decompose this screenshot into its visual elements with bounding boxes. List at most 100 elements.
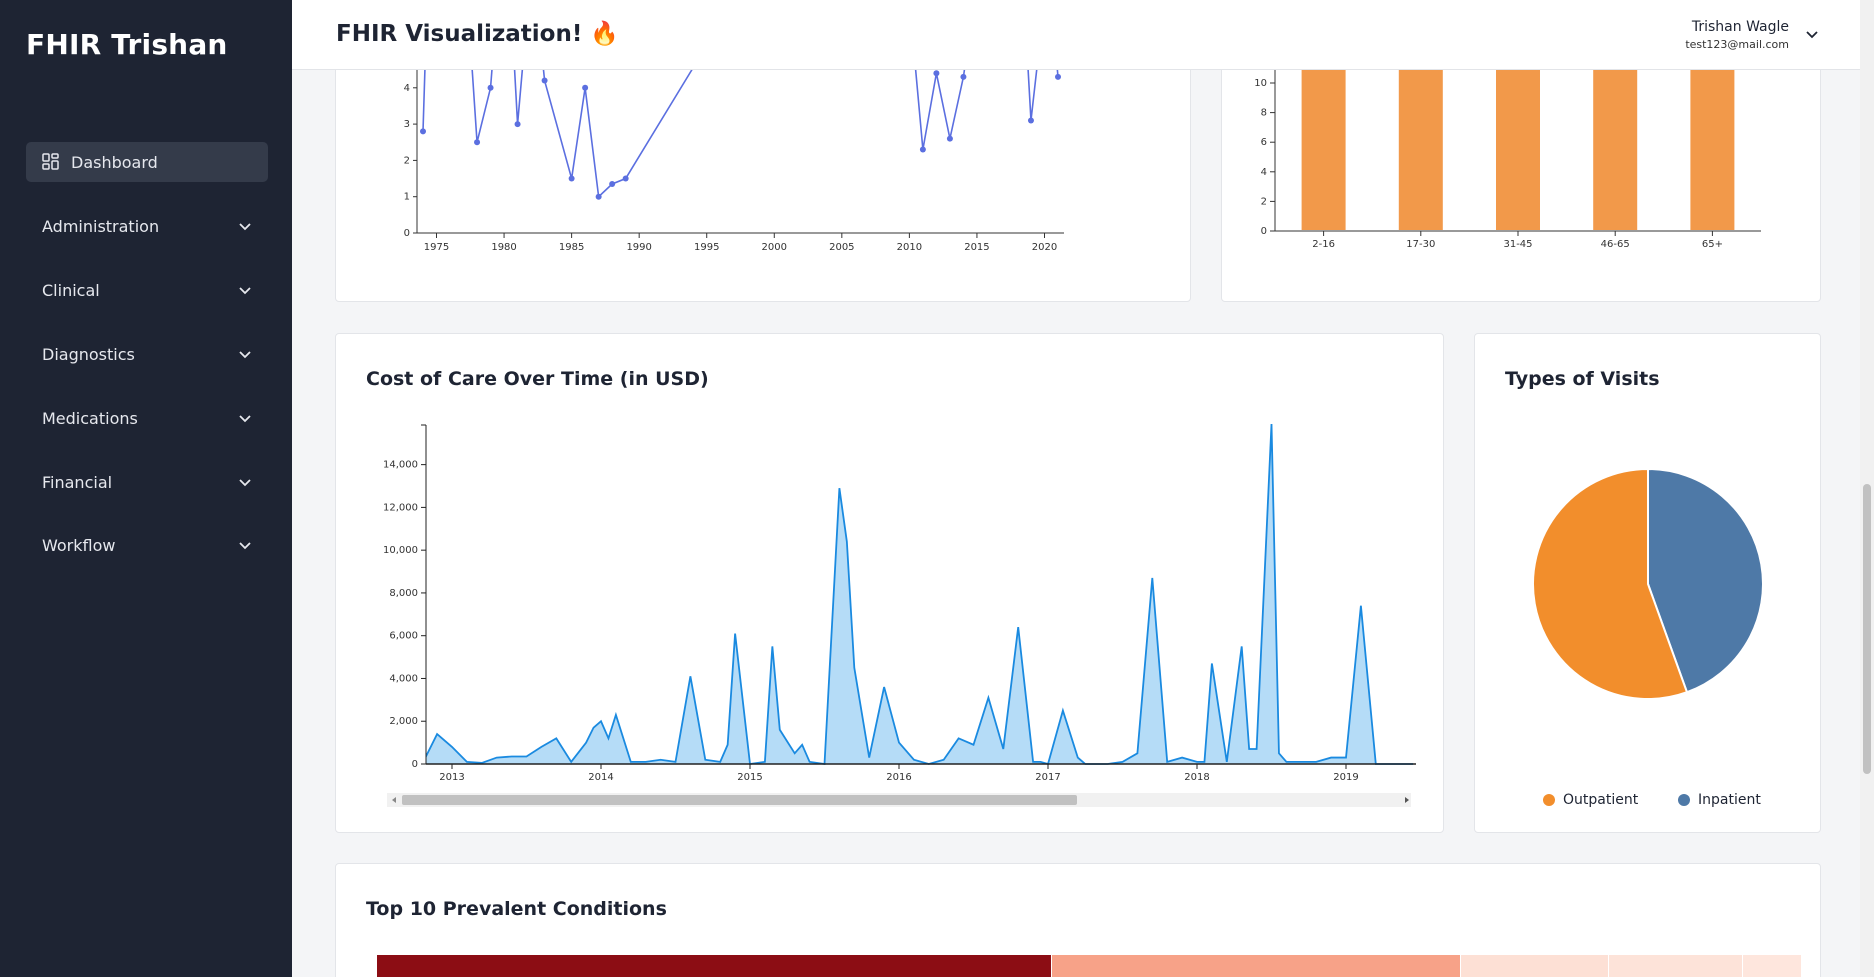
x-tick-label: 2-16 [1312, 239, 1335, 250]
chevron-down-icon [239, 542, 251, 550]
data-point [568, 175, 575, 182]
x-tick-label: 2015 [964, 242, 989, 253]
x-tick-label: 2014 [588, 772, 613, 783]
x-tick-label: 2019 [1333, 772, 1358, 783]
condition-treemap-block[interactable] [1461, 955, 1608, 977]
x-tick-label: 46-65 [1601, 239, 1630, 250]
y-tick-label: 1 [404, 192, 410, 203]
x-tick-label: 2017 [1035, 772, 1060, 783]
condition-treemap-block[interactable] [1743, 955, 1801, 977]
x-tick-label: 2020 [1032, 242, 1057, 253]
data-point [622, 175, 629, 182]
data-point [1027, 117, 1034, 124]
sidebar-item-label: Dashboard [71, 152, 158, 172]
y-tick-label: 6 [1261, 137, 1267, 148]
data-point [609, 180, 616, 187]
x-tick-label: 2005 [829, 242, 854, 253]
data-point [474, 139, 481, 146]
sidebar-item-diagnostics[interactable]: Diagnostics [26, 334, 268, 374]
x-tick-label: 1985 [559, 242, 584, 253]
y-tick-label: 2 [404, 155, 410, 166]
y-tick-label: 2,000 [389, 716, 418, 727]
x-tick-label: 2015 [737, 772, 762, 783]
x-tick-label: 1990 [626, 242, 651, 253]
sidebar-item-label: Diagnostics [42, 344, 135, 364]
types-of-visits-card: Types of Visits Outpatient Inpatient [1474, 333, 1821, 833]
user-email: test123@mail.com [1685, 38, 1789, 51]
data-point [582, 84, 589, 91]
x-tick-label: 1995 [694, 242, 719, 253]
dashboard-grid-icon [42, 153, 60, 171]
sidebar-item-workflow[interactable]: Workflow [26, 525, 268, 565]
sidebar-item-clinical[interactable]: Clinical [26, 270, 268, 310]
data-point [946, 135, 953, 142]
x-tick-label: 2013 [439, 772, 464, 783]
chevron-down-icon [239, 223, 251, 231]
y-tick-label: 4 [404, 83, 410, 94]
chevron-down-icon[interactable] [1804, 28, 1820, 42]
card-title: Top 10 Prevalent Conditions [366, 898, 667, 920]
page-scrollbar-thumb[interactable] [1863, 484, 1871, 774]
brand-logo-text: FHIR Trishan [26, 28, 228, 61]
x-tick-label: 2016 [886, 772, 911, 783]
x-tick-label: 31-45 [1503, 239, 1532, 250]
y-tick-label: 6,000 [389, 631, 418, 642]
visits-pie-chart [1532, 467, 1764, 700]
legend-item-inpatient: Inpatient [1678, 792, 1761, 808]
sidebar-item-label: Workflow [42, 535, 116, 555]
y-tick-label: 10,000 [383, 545, 418, 556]
scroll-right-arrow-icon[interactable] [1403, 796, 1411, 804]
area-group [426, 423, 1414, 766]
x-tick-label: 2000 [762, 242, 787, 253]
y-tick-label: 4 [1261, 167, 1267, 178]
y-tick-label: 10 [1254, 78, 1267, 89]
data-point [420, 128, 426, 135]
legend-dot [1678, 794, 1690, 806]
sidebar-item-administration[interactable]: Administration [26, 206, 268, 246]
chevron-down-icon [239, 351, 251, 359]
page-title: FHIR Visualization! 🔥 [336, 21, 619, 47]
legend-item-outpatient: Outpatient [1543, 792, 1638, 808]
data-point [541, 77, 548, 84]
scroll-left-arrow-icon[interactable] [390, 796, 398, 804]
x-tick-label: 65+ [1702, 239, 1723, 250]
chevron-down-icon [239, 479, 251, 487]
y-tick-label: 0 [404, 228, 410, 239]
user-menu[interactable]: Trishan Wagle test123@mail.com [1685, 19, 1789, 51]
condition-treemap-block[interactable] [1052, 955, 1460, 977]
y-tick-label: 12,000 [383, 502, 418, 513]
condition-treemap-block[interactable] [377, 955, 1051, 977]
x-tick-label: 2010 [897, 242, 922, 253]
top-header: FHIR Visualization! 🔥 Trishan Wagle test… [292, 0, 1874, 70]
y-tick-label: 0 [412, 759, 418, 770]
user-name: Trishan Wagle [1691, 19, 1789, 35]
data-point [487, 84, 494, 91]
y-tick-label: 3 [404, 119, 410, 130]
x-tick-label: 1975 [424, 242, 449, 253]
sidebar-item-label: Financial [42, 472, 113, 492]
sidebar-item-dashboard[interactable]: Dashboard [26, 142, 268, 182]
legend-dot [1543, 794, 1555, 806]
data-point [595, 193, 602, 200]
chart-scrollbar-thumb[interactable] [402, 795, 1077, 805]
y-tick-label: 14,000 [383, 460, 418, 471]
sidebar: FHIR Trishan Dashboard Administration Cl… [0, 0, 292, 977]
data-point [919, 146, 926, 153]
data-point [960, 73, 967, 80]
y-tick-label: 0 [1261, 226, 1267, 237]
y-tick-label: 8 [1261, 108, 1267, 119]
data-point [1055, 73, 1061, 80]
sidebar-item-medications[interactable]: Medications [26, 398, 268, 438]
chevron-down-icon [239, 287, 251, 295]
sidebar-item-financial[interactable]: Financial [26, 462, 268, 502]
condition-treemap-block[interactable] [1609, 955, 1742, 977]
data-point [514, 121, 521, 128]
chevron-down-icon [239, 415, 251, 423]
legend-label: Inpatient [1698, 792, 1761, 808]
x-tick-label: 1980 [491, 242, 516, 253]
cost-area-chart: 0 2,000 4,000 6,000 8,000 10,000 12,000 14,000 2… [383, 423, 1416, 783]
sidebar-item-label: Administration [42, 216, 160, 236]
cost-of-care-card: Cost of Care Over Time (in USD) 0 2,000 4,… [335, 333, 1444, 833]
y-tick-label: 8,000 [389, 588, 418, 599]
x-tick-label: 17-30 [1406, 239, 1435, 250]
